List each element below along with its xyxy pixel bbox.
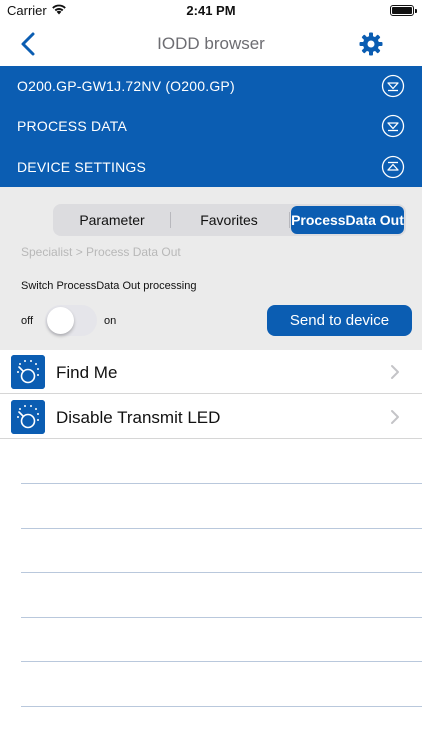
status-bar: Carrier 2:41 PM	[0, 0, 422, 22]
section-device-name[interactable]: O200.GP-GW1J.72NV (O200.GP)	[0, 66, 422, 106]
list-item-disable-transmit-led[interactable]: Disable Transmit LED	[0, 395, 422, 439]
gear-icon[interactable]	[358, 31, 384, 57]
empty-row-divider	[21, 617, 422, 618]
battery-icon	[390, 5, 417, 16]
navigation-bar: IODD browser	[0, 22, 422, 66]
device-header-block: O200.GP-GW1J.72NV (O200.GP) PROCESS DATA…	[0, 66, 422, 187]
processdata-out-toggle[interactable]	[45, 305, 97, 336]
tab-segmented-control: Parameter Favorites ProcessData Out	[53, 204, 406, 236]
clock: 2:41 PM	[186, 3, 236, 18]
switch-off-label: off	[21, 315, 34, 327]
dial-icon	[11, 355, 45, 389]
empty-row-divider	[21, 572, 422, 573]
tab-favorites[interactable]: Favorites	[171, 206, 287, 234]
empty-row-divider	[21, 528, 422, 529]
section-label: PROCESS DATA	[17, 118, 128, 134]
settings-panel: Parameter Favorites ProcessData Out Spec…	[0, 187, 422, 350]
section-device-settings[interactable]: DEVICE SETTINGS	[0, 147, 422, 187]
expand-circle-icon[interactable]	[381, 155, 405, 179]
section-label: DEVICE SETTINGS	[17, 159, 147, 175]
empty-row-divider	[21, 661, 422, 662]
chevron-right-icon	[391, 365, 399, 379]
tab-divider	[289, 212, 290, 228]
toggle-knob	[47, 307, 74, 334]
collapse-circle-icon[interactable]	[381, 74, 405, 98]
collapse-circle-icon[interactable]	[381, 114, 405, 138]
tab-parameter[interactable]: Parameter	[55, 206, 169, 234]
tab-processdata-out[interactable]: ProcessData Out	[291, 206, 404, 234]
switch-on-label: on	[104, 315, 117, 327]
chevron-right-icon	[391, 410, 399, 424]
section-process-data[interactable]: PROCESS DATA	[0, 106, 422, 146]
section-label: O200.GP-GW1J.72NV (O200.GP)	[17, 78, 235, 94]
list-item-find-me[interactable]: Find Me	[0, 350, 422, 394]
dial-icon	[11, 400, 45, 434]
list-item-label: Disable Transmit LED	[56, 408, 221, 427]
empty-row-divider	[21, 706, 422, 707]
empty-row-divider	[21, 483, 422, 484]
list-item-label: Find Me	[56, 363, 118, 382]
switch-caption: Switch ProcessData Out processing	[21, 280, 197, 292]
send-to-device-button[interactable]: Send to device	[267, 305, 412, 336]
breadcrumb: Specialist > Process Data Out	[21, 245, 181, 259]
